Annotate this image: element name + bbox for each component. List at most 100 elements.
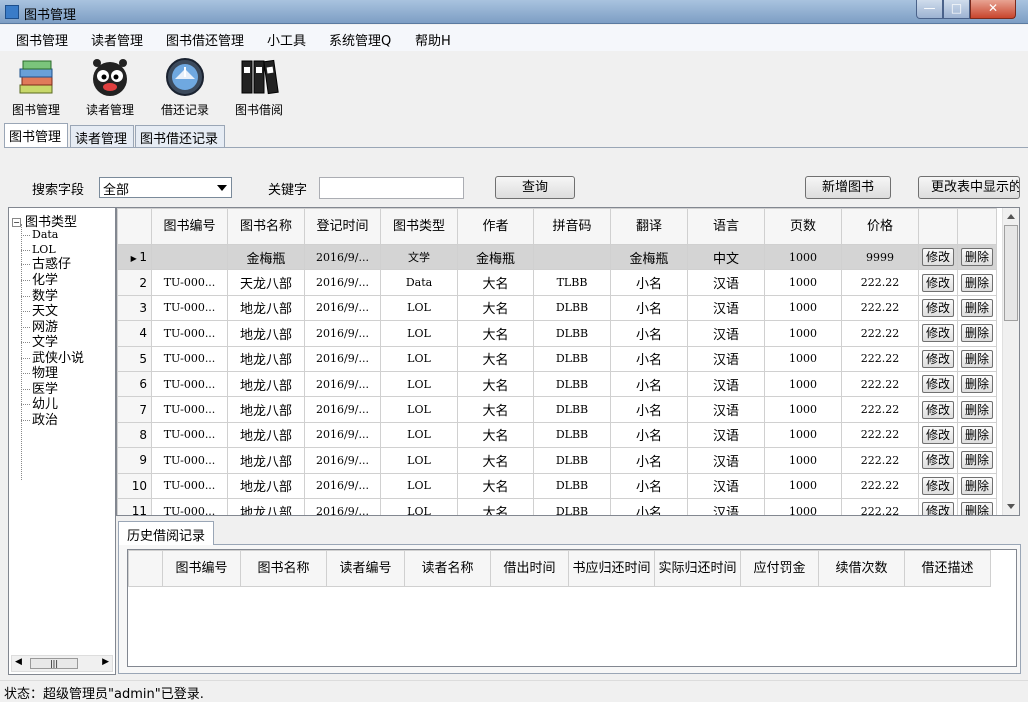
column-header[interactable]: 图书类型 [380, 208, 458, 245]
book-grid[interactable]: 图书编号 图书名称 登记时间 图书类型 作者 拼音码 翻译 语言 页数 价格 ▶… [116, 207, 1020, 516]
table-cell[interactable]: 2016/9/... [304, 421, 381, 449]
toolbar-borrow-records[interactable]: 借还记录 [153, 55, 217, 121]
column-header[interactable]: 价格 [841, 208, 919, 245]
scroll-down-icon[interactable] [1007, 504, 1015, 509]
table-cell[interactable]: 大名 [457, 269, 534, 296]
table-cell[interactable]: 天龙八部 [227, 269, 305, 296]
scroll-right-icon[interactable]: ▶ [102, 657, 109, 667]
column-header[interactable]: 读者名称 [404, 550, 491, 587]
table-cell[interactable]: 小名 [610, 497, 688, 515]
table-row[interactable]: 9 TU-000... 地龙八部 2016/9/... LOL 大名 DLBB 小名 汉语 100… [117, 447, 998, 474]
table-cell[interactable]: TU-000... [151, 345, 228, 372]
row-header[interactable]: 7 [117, 396, 152, 423]
delete-button[interactable]: 删除 [961, 502, 994, 515]
column-header[interactable]: 图书名称 [240, 550, 327, 587]
column-header[interactable]: 读者编号 [326, 550, 405, 587]
table-cell[interactable]: 1000 [764, 370, 842, 398]
column-header[interactable]: 图书编号 [162, 550, 241, 587]
table-row[interactable]: 3 TU-000... 地龙八部 2016/9/... LOL 大名 DLBB 小名 汉语 100… [117, 294, 998, 322]
table-cell[interactable]: 1000 [764, 396, 842, 423]
table-cell[interactable]: 大名 [457, 421, 534, 449]
table-cell[interactable]: 汉语 [687, 447, 765, 474]
table-cell[interactable]: LOL [380, 497, 458, 515]
table-cell[interactable]: LOL [380, 396, 458, 423]
row-header[interactable]: 5 [117, 345, 152, 372]
table-cell[interactable]: 2016/9/... [304, 243, 381, 271]
table-cell[interactable]: 大名 [457, 472, 534, 499]
table-cell[interactable]: LOL [380, 345, 458, 372]
table-cell[interactable]: DLBB [533, 294, 611, 322]
maximize-button[interactable]: □ [943, 0, 970, 19]
row-header[interactable]: 6 [117, 370, 152, 398]
table-cell[interactable]: 地龙八部 [227, 497, 305, 515]
table-cell[interactable]: LOL [380, 370, 458, 398]
table-cell[interactable] [151, 243, 228, 271]
edit-button[interactable]: 修改 [922, 502, 955, 515]
keyword-input[interactable] [319, 177, 464, 199]
column-header[interactable]: 应付罚金 [740, 550, 819, 587]
table-cell[interactable]: 小名 [610, 472, 688, 499]
delete-button[interactable]: 删除 [961, 375, 994, 394]
table-cell[interactable]: 1000 [764, 269, 842, 296]
table-cell[interactable]: 大名 [457, 294, 534, 322]
table-cell[interactable]: 小名 [610, 345, 688, 372]
table-cell[interactable]: 文学 [380, 243, 458, 271]
tree-item[interactable]: 医学 [21, 383, 58, 396]
table-cell[interactable]: 地龙八部 [227, 396, 305, 423]
table-row[interactable]: 10 TU-000... 地龙八部 2016/9/... LOL 大名 DLBB 小名 汉语 10… [117, 472, 998, 499]
table-row[interactable]: 4 TU-000... 地龙八部 2016/9/... LOL 大名 DLBB 小名 汉语 100… [117, 320, 998, 347]
table-cell[interactable]: 地龙八部 [227, 345, 305, 372]
table-cell[interactable]: TU-000... [151, 472, 228, 499]
table-cell[interactable]: 汉语 [687, 421, 765, 449]
table-cell[interactable]: 1000 [764, 421, 842, 449]
table-cell[interactable]: 汉语 [687, 294, 765, 322]
column-header[interactable]: 语言 [687, 208, 765, 245]
tree-item[interactable]: 天文 [21, 305, 58, 318]
table-cell[interactable]: 2016/9/... [304, 497, 381, 515]
table-cell[interactable]: 汉语 [687, 320, 765, 347]
table-row[interactable]: 8 TU-000... 地龙八部 2016/9/... LOL 大名 DLBB 小名 汉语 100… [117, 421, 998, 449]
table-cell[interactable]: DLBB [533, 497, 611, 515]
table-cell[interactable]: 222.22 [841, 370, 919, 398]
row-header[interactable]: 2 [117, 269, 152, 296]
tree-item[interactable]: 政治 [21, 414, 58, 427]
grid-vertical-scrollbar[interactable] [1002, 208, 1019, 515]
table-cell[interactable]: DLBB [533, 320, 611, 347]
delete-button[interactable]: 删除 [961, 349, 994, 368]
table-cell[interactable]: 1000 [764, 472, 842, 499]
table-cell[interactable]: Data [380, 269, 458, 296]
table-cell[interactable]: 地龙八部 [227, 421, 305, 449]
table-cell[interactable]: 1000 [764, 345, 842, 372]
table-cell[interactable]: 汉语 [687, 497, 765, 515]
table-cell[interactable]: TU-000... [151, 421, 228, 449]
menu-tools[interactable]: 小工具 [267, 30, 306, 49]
table-cell[interactable]: 222.22 [841, 320, 919, 347]
table-cell[interactable]: TU-000... [151, 370, 228, 398]
delete-button[interactable]: 删除 [961, 273, 994, 292]
table-cell[interactable]: TLBB [533, 269, 611, 296]
table-cell[interactable]: TU-000... [151, 269, 228, 296]
table-cell[interactable]: 中文 [687, 243, 765, 271]
column-header[interactable]: 翻译 [610, 208, 688, 245]
toolbar-book-management[interactable]: 图书管理 [4, 55, 68, 121]
tab-borrow-records[interactable]: 图书借还记录 [135, 125, 225, 147]
menu-help[interactable]: 帮助H [415, 30, 451, 49]
change-columns-button[interactable]: 更改表中显示的 [918, 176, 1020, 199]
tree-horizontal-scrollbar[interactable]: ◀ ||| ▶ [11, 655, 113, 672]
table-cell[interactable]: 汉语 [687, 370, 765, 398]
table-row[interactable]: 5 TU-000... 地龙八部 2016/9/... LOL 大名 DLBB 小名 汉语 100… [117, 345, 998, 372]
table-cell[interactable]: 金梅瓶 [457, 243, 534, 271]
table-cell[interactable]: TU-000... [151, 396, 228, 423]
column-header[interactable]: 拼音码 [533, 208, 611, 245]
column-header[interactable]: 书应归还时间 [568, 550, 655, 587]
edit-button[interactable]: 修改 [922, 298, 955, 317]
row-header[interactable]: 3 [117, 294, 152, 322]
column-header[interactable]: 页数 [764, 208, 842, 245]
menu-book-management[interactable]: 图书管理 [16, 30, 68, 49]
table-row[interactable]: ▶ 1 金梅瓶 2016/9/... 文学 金梅瓶 金梅瓶 中文 1000 9999 修改 删除 [117, 243, 998, 271]
delete-button[interactable]: 删除 [961, 298, 994, 317]
tree-item[interactable]: 幼儿 [21, 398, 58, 411]
table-cell[interactable]: 小名 [610, 269, 688, 296]
search-field-select[interactable]: 全部 [99, 177, 232, 198]
tree-item[interactable]: 物理 [21, 367, 58, 380]
